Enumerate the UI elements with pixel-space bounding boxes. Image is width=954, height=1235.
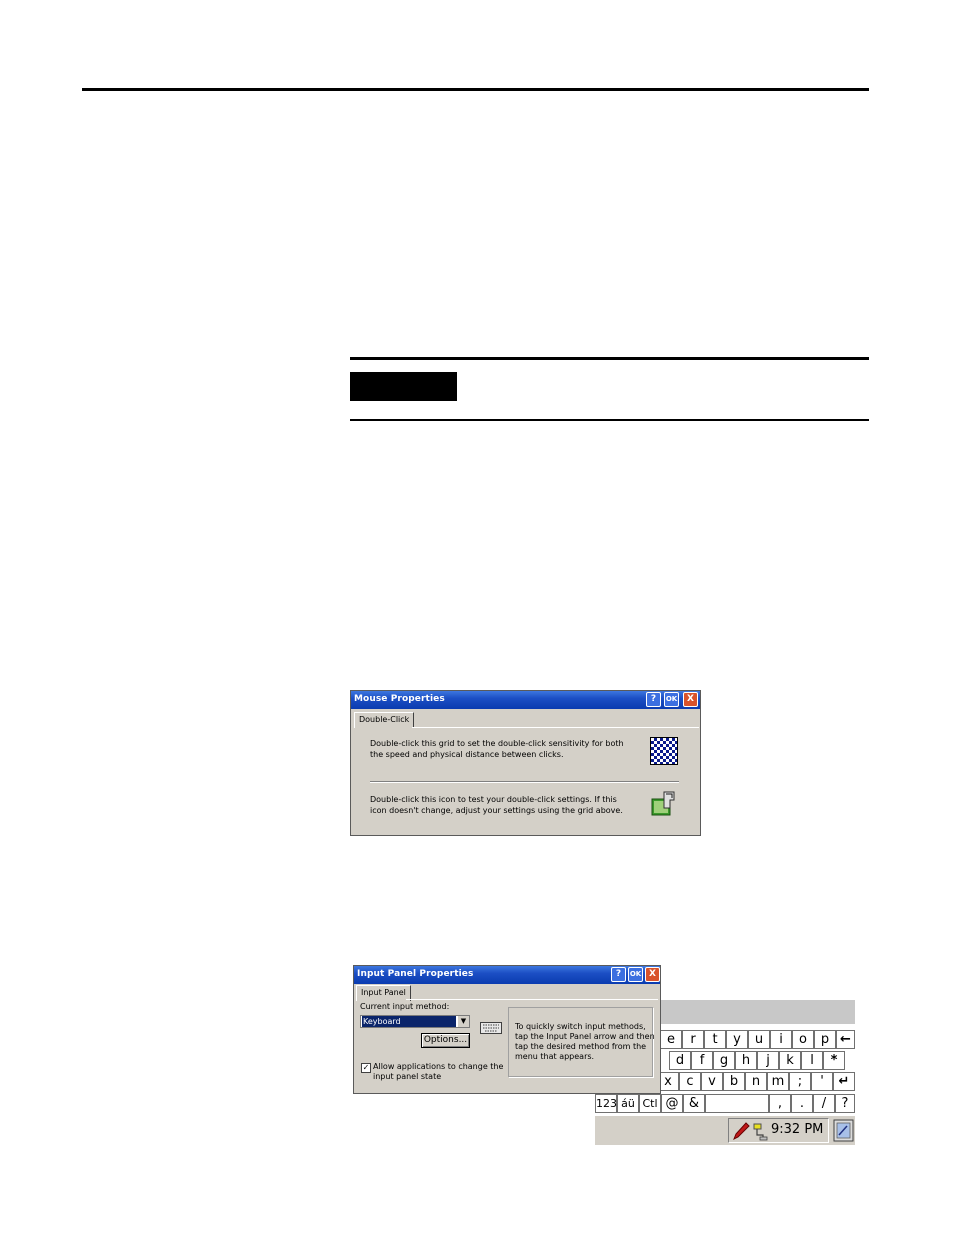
key-u[interactable]: u xyxy=(748,1030,770,1049)
key-p[interactable]: p xyxy=(814,1030,836,1049)
chevron-down-icon[interactable]: ▼ xyxy=(458,1016,469,1027)
network-icon[interactable] xyxy=(751,1121,769,1141)
help-button[interactable]: ? xyxy=(646,692,661,707)
key-m[interactable]: m xyxy=(767,1072,789,1091)
input-method-select[interactable]: Keyboard ▼ xyxy=(360,1015,470,1028)
tab-double-click[interactable]: Double-Click xyxy=(354,712,415,728)
input-titlebar: Input Panel Properties ? OK X xyxy=(354,966,660,984)
pen-icon[interactable] xyxy=(731,1121,751,1141)
key-v[interactable]: v xyxy=(701,1072,723,1091)
allow-apps-label-line2: input panel state xyxy=(373,1072,442,1081)
allow-apps-label: Allow applications to change the input p… xyxy=(373,1062,503,1082)
key-space[interactable] xyxy=(705,1094,769,1113)
key-j[interactable]: j xyxy=(757,1051,779,1070)
key-c[interactable]: c xyxy=(679,1072,701,1091)
grid-instructions: Double-click this grid to set the double… xyxy=(370,738,640,760)
hint-line1: To quickly switch input methods, xyxy=(515,1022,646,1031)
key-d[interactable]: d xyxy=(669,1051,691,1070)
test-icon[interactable] xyxy=(650,790,678,818)
current-method-label: Current input method: xyxy=(360,1002,450,1011)
key-r[interactable]: r xyxy=(682,1030,704,1049)
hint-line4: menu that appears. xyxy=(515,1052,595,1061)
input-tab-baseline xyxy=(406,999,658,1000)
key-y[interactable]: y xyxy=(726,1030,748,1049)
key-t[interactable]: t xyxy=(704,1030,726,1049)
input-close-button[interactable]: X xyxy=(645,967,660,982)
input-panel-properties-window: Input Panel Properties ? OK X Input Pane… xyxy=(353,965,661,1094)
test-instructions-line1: Double-click this icon to test your doub… xyxy=(370,795,617,804)
key-asterisk[interactable]: * xyxy=(823,1051,845,1070)
input-ok-button[interactable]: OK xyxy=(628,967,643,982)
selected-method: Keyboard xyxy=(362,1016,456,1027)
tab-baseline xyxy=(412,727,699,728)
key-enter[interactable]: ↵ xyxy=(833,1072,855,1091)
hint-line2: tap the Input Panel arrow and then xyxy=(515,1032,655,1041)
key-intl[interactable]: áü xyxy=(617,1094,639,1113)
key-l[interactable]: l xyxy=(801,1051,823,1070)
key-n[interactable]: n xyxy=(745,1072,767,1091)
key-i[interactable]: i xyxy=(770,1030,792,1049)
keyboard-icon xyxy=(480,1022,502,1034)
input-title: Input Panel Properties xyxy=(357,969,474,979)
input-help-button[interactable]: ? xyxy=(611,967,626,982)
key-e[interactable]: e xyxy=(660,1030,682,1049)
key-semicolon[interactable]: ; xyxy=(789,1072,811,1091)
mouse-title: Mouse Properties xyxy=(354,694,445,704)
key-ampersand[interactable]: & xyxy=(683,1094,705,1113)
clock[interactable]: 9:32 PM xyxy=(771,1122,823,1137)
key-h[interactable]: h xyxy=(735,1051,757,1070)
grid-instructions-line1: Double-click this grid to set the double… xyxy=(370,739,624,748)
key-apostrophe[interactable]: ' xyxy=(811,1072,833,1091)
grid-instructions-line2: the speed and physical distance between … xyxy=(370,750,564,759)
note-bottom-rule xyxy=(350,419,869,421)
key-comma[interactable]: , xyxy=(769,1094,791,1113)
key-123[interactable]: 123 xyxy=(595,1094,617,1113)
test-instructions-line2: icon doesn't change, adjust your setting… xyxy=(370,806,623,815)
mouse-titlebar: Mouse Properties ? OK X xyxy=(351,691,700,709)
key-g[interactable]: g xyxy=(713,1051,735,1070)
close-button[interactable]: X xyxy=(683,692,698,707)
allow-apps-checkbox[interactable]: ✓ xyxy=(361,1063,371,1073)
key-o[interactable]: o xyxy=(792,1030,814,1049)
separator xyxy=(370,781,679,783)
hint-line3: tap the desired method from the xyxy=(515,1042,647,1051)
ok-button[interactable]: OK xyxy=(664,692,679,707)
system-tray: 9:32 PM xyxy=(728,1118,829,1143)
desktop-icon[interactable] xyxy=(833,1119,854,1142)
key-k[interactable]: k xyxy=(779,1051,801,1070)
note-top-rule xyxy=(350,357,869,360)
key-f[interactable]: f xyxy=(691,1051,713,1070)
mouse-properties-window: Mouse Properties ? OK X Double-Click Dou… xyxy=(350,690,701,836)
double-click-grid[interactable] xyxy=(650,737,678,765)
note-label-block xyxy=(350,372,457,401)
tab-input-panel[interactable]: Input Panel xyxy=(356,985,411,1001)
taskbar: 9:32 PM xyxy=(595,1116,855,1145)
hint-text: To quickly switch input methods, tap the… xyxy=(515,1022,655,1062)
options-button[interactable]: Options... xyxy=(421,1033,470,1048)
header-rule xyxy=(82,88,869,91)
key-slash[interactable]: / xyxy=(813,1094,835,1113)
key-period[interactable]: . xyxy=(791,1094,813,1113)
key-ctl[interactable]: Ctl xyxy=(639,1094,661,1113)
key-at[interactable]: @ xyxy=(661,1094,683,1113)
key-backspace[interactable]: ← xyxy=(836,1030,855,1049)
allow-apps-label-line1: Allow applications to change the xyxy=(373,1062,504,1071)
key-question[interactable]: ? xyxy=(835,1094,855,1113)
key-b[interactable]: b xyxy=(723,1072,745,1091)
test-instructions: Double-click this icon to test your doub… xyxy=(370,794,640,816)
